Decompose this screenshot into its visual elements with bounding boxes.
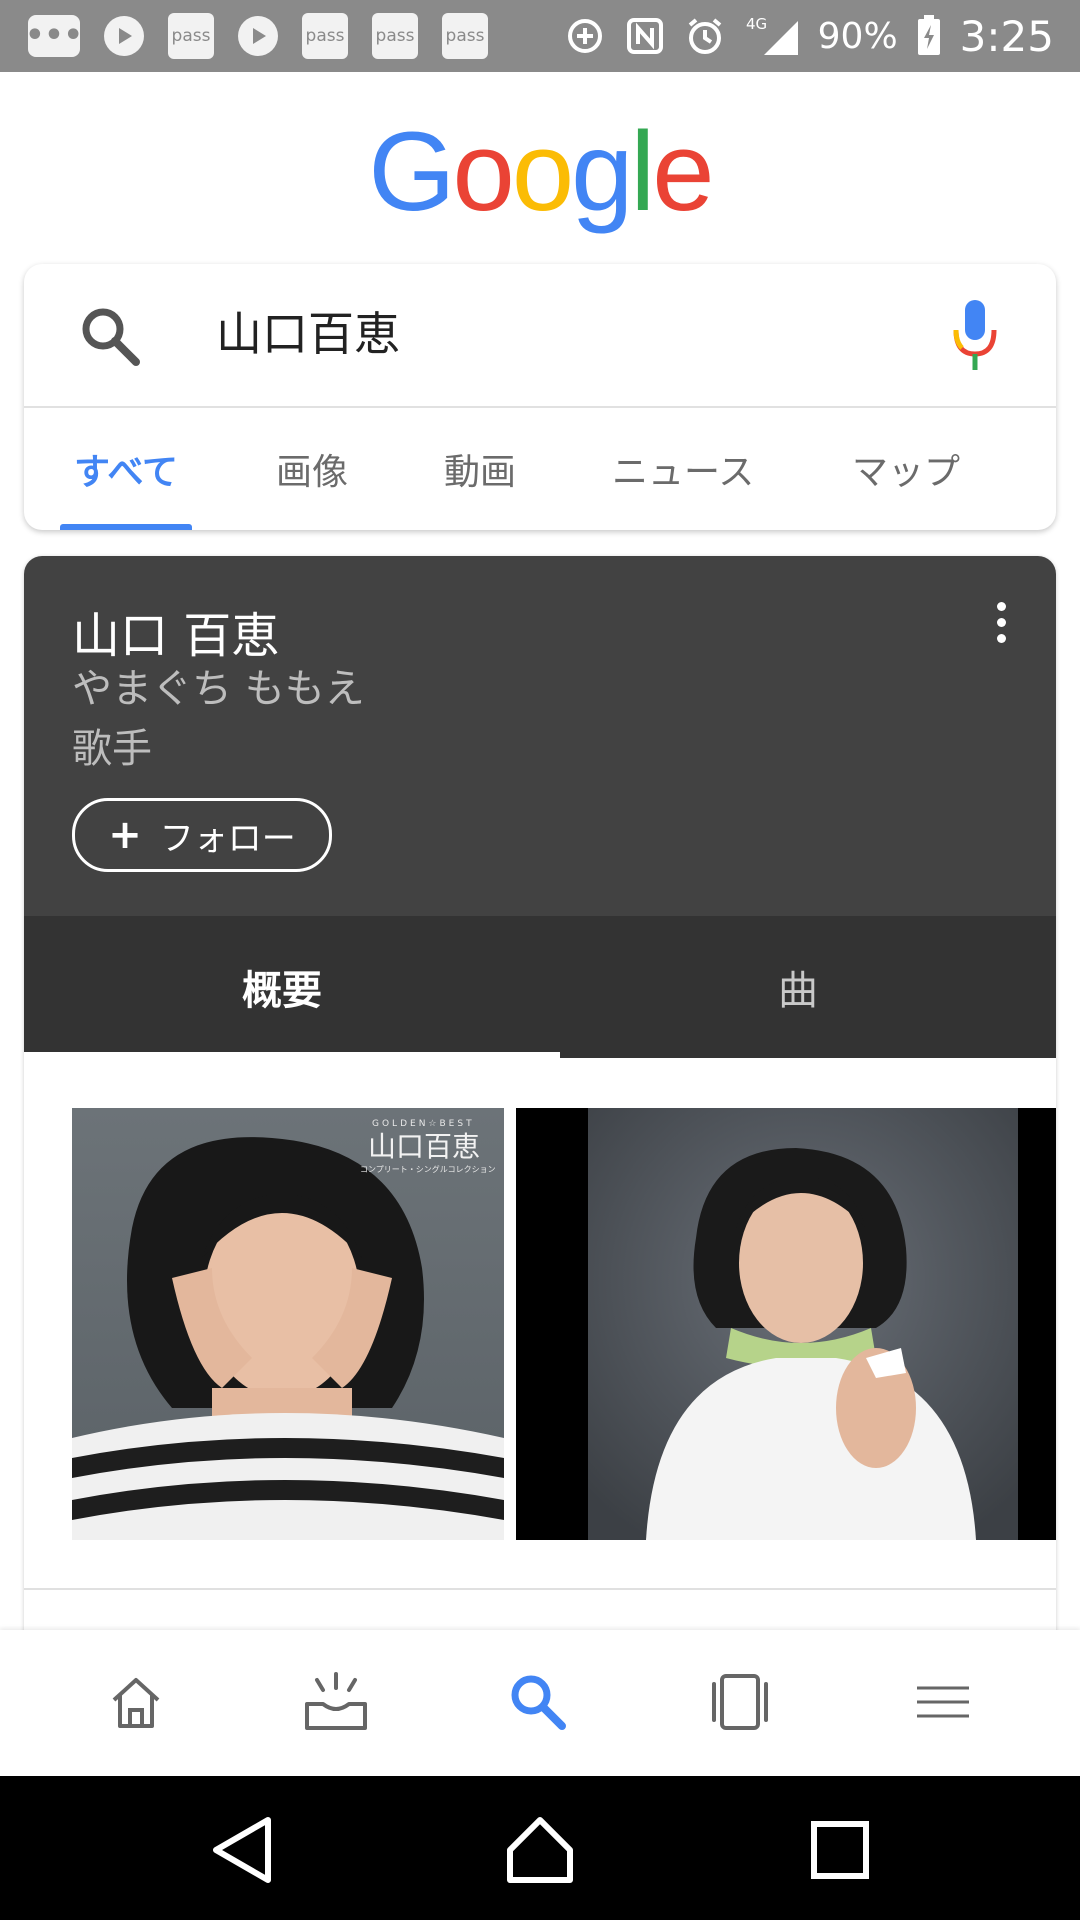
mic-icon[interactable] bbox=[950, 296, 1000, 376]
tab-images[interactable]: 画像 bbox=[276, 408, 348, 530]
tabs-icon[interactable] bbox=[700, 1662, 780, 1742]
more-notifications-icon: ••• bbox=[25, 15, 83, 57]
battery-charging-icon bbox=[916, 15, 942, 57]
recent-apps-icon[interactable] bbox=[802, 1812, 878, 1888]
tab-songs[interactable]: 曲 bbox=[540, 916, 1056, 1058]
tab-news[interactable]: ニュース bbox=[612, 408, 754, 530]
play-icon bbox=[238, 16, 278, 56]
home-icon[interactable] bbox=[96, 1662, 176, 1742]
tab-overview[interactable]: 概要 bbox=[24, 916, 540, 1058]
clock: 3:25 bbox=[959, 11, 1054, 61]
portrait-image[interactable] bbox=[516, 1108, 1056, 1540]
logo-letter: g bbox=[571, 109, 633, 234]
google-logo: Google bbox=[0, 112, 1080, 232]
active-tab-indicator bbox=[24, 1052, 560, 1058]
album-artist-text: 山口百恵 bbox=[368, 1130, 480, 1163]
status-bar: ••• pass pass pass pass 4G 90% 3:25 bbox=[0, 0, 1080, 72]
logo-letter: l bbox=[630, 109, 655, 234]
data-saver-icon bbox=[564, 15, 606, 57]
divider bbox=[24, 1588, 1056, 1590]
logo-letter: G bbox=[368, 109, 455, 234]
tab-maps[interactable]: マップ bbox=[852, 408, 960, 530]
network-type-label: 4G bbox=[746, 15, 767, 33]
updates-icon[interactable] bbox=[296, 1662, 376, 1742]
knowledge-panel: 山口 百恵 やまぐち ももえ 歌手 + フォロー 概要 曲 GOLDEN☆BES… bbox=[24, 556, 1056, 1660]
back-icon[interactable] bbox=[206, 1812, 282, 1888]
home-button-icon[interactable] bbox=[502, 1812, 578, 1888]
pass-icon: pass bbox=[372, 13, 418, 59]
search-card: 山口百恵 すべて 画像 動画 ニュース マップ bbox=[24, 264, 1056, 530]
battery-percent: 90% bbox=[817, 15, 898, 57]
search-query[interactable]: 山口百恵 bbox=[216, 298, 400, 370]
menu-icon[interactable] bbox=[903, 1662, 983, 1742]
bottom-navigation bbox=[0, 1630, 1080, 1776]
follow-label: フォロー bbox=[159, 818, 296, 859]
album-caption-text: コンプリート・シングルコレクション bbox=[360, 1164, 496, 1174]
alarm-icon bbox=[684, 15, 726, 57]
knowledge-panel-tabs: 概要 曲 bbox=[24, 916, 1056, 1058]
logo-letter: o bbox=[511, 109, 574, 234]
nfc-icon bbox=[624, 15, 666, 57]
logo-letter: e bbox=[652, 109, 714, 234]
system-navigation-bar bbox=[0, 1776, 1080, 1920]
more-options-icon[interactable] bbox=[994, 602, 1008, 646]
system-status: 4G 90% 3:25 bbox=[564, 11, 1054, 61]
knowledge-panel-header: 山口 百恵 やまぐち ももえ 歌手 + フォロー bbox=[24, 556, 1056, 916]
entity-reading: やまぐち ももえ bbox=[72, 666, 365, 712]
entity-subtitle: 歌手 bbox=[72, 726, 152, 772]
album-cover-image[interactable]: GOLDEN☆BEST 山口百恵 コンプリート・シングルコレクション bbox=[72, 1108, 504, 1540]
notification-icons: ••• pass pass pass pass bbox=[25, 13, 488, 59]
tab-videos[interactable]: 動画 bbox=[444, 408, 516, 530]
pass-icon: pass bbox=[302, 13, 348, 59]
follow-button[interactable]: + フォロー bbox=[72, 798, 332, 872]
pass-icon: pass bbox=[168, 13, 214, 59]
logo-letter: o bbox=[452, 109, 515, 234]
active-tab-indicator bbox=[60, 524, 192, 530]
search-icon[interactable] bbox=[78, 304, 142, 368]
search-icon[interactable] bbox=[498, 1662, 578, 1742]
play-icon bbox=[104, 16, 144, 56]
image-carousel: GOLDEN☆BEST 山口百恵 コンプリート・シングルコレクション bbox=[72, 1108, 1056, 1540]
tab-all[interactable]: すべて bbox=[74, 408, 178, 530]
signal-icon: 4G bbox=[744, 15, 800, 57]
plus-icon: + bbox=[108, 812, 142, 858]
pass-icon: pass bbox=[442, 13, 488, 59]
search-tabs: すべて 画像 動画 ニュース マップ bbox=[24, 408, 1056, 530]
album-series-text: GOLDEN☆BEST bbox=[372, 1119, 475, 1129]
search-box[interactable]: 山口百恵 bbox=[24, 264, 1056, 408]
